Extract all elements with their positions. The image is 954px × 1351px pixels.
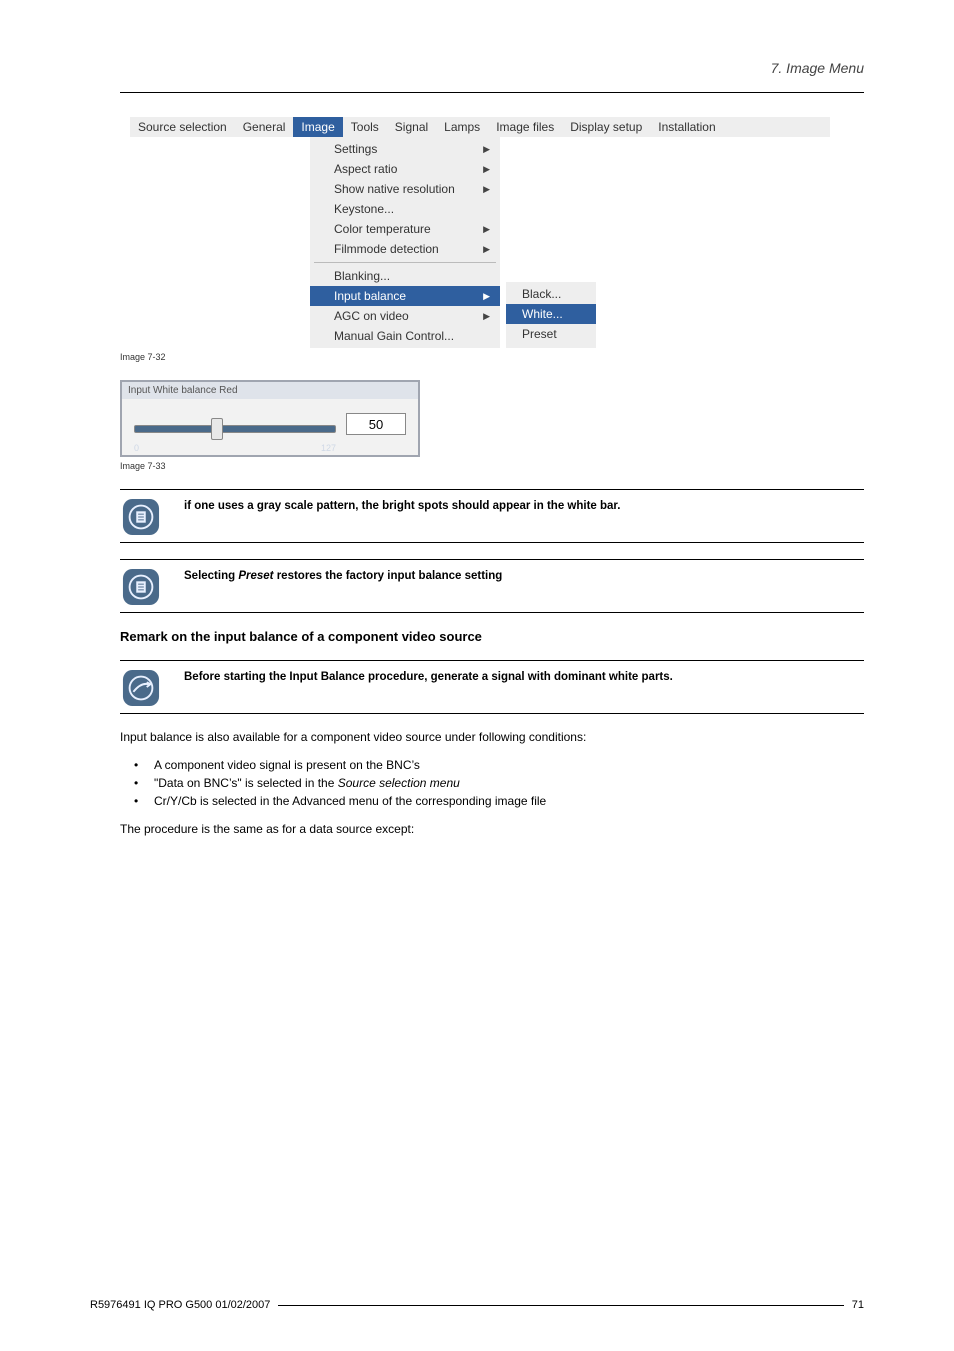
header-rule: [120, 92, 864, 93]
tab-image-files[interactable]: Image files: [488, 117, 562, 137]
note-gray-scale: if one uses a gray scale pattern, the br…: [120, 489, 864, 543]
note-icon: [122, 498, 160, 536]
caption-image-7-33: Image 7-33: [120, 461, 864, 471]
submenu-preset[interactable]: Preset: [506, 324, 596, 344]
tab-display-setup[interactable]: Display setup: [562, 117, 650, 137]
outro-text: The procedure is the same as for a data …: [120, 822, 864, 836]
slider-track[interactable]: 0 127: [134, 425, 336, 433]
menu-agc-on-video[interactable]: AGC on video▶: [310, 306, 500, 326]
list-item: "Data on BNC’s" is selected in the Sourc…: [130, 774, 864, 792]
input-balance-submenu: Black... White... Preset: [506, 282, 596, 348]
tab-tools[interactable]: Tools: [343, 117, 387, 137]
chevron-right-icon: ▶: [483, 291, 490, 302]
conditions-list: A component video signal is present on t…: [130, 756, 864, 810]
slider-max-label: 127: [321, 443, 336, 453]
list-item: Cr/Y/Cb is selected in the Advanced menu…: [130, 792, 864, 810]
chevron-right-icon: ▶: [483, 224, 490, 235]
chevron-right-icon: ▶: [483, 184, 490, 195]
note-preset: Selecting Preset restores the factory in…: [120, 559, 864, 613]
menu-filmmode-detection[interactable]: Filmmode detection▶: [310, 239, 500, 259]
slider-value[interactable]: 50: [346, 413, 406, 435]
menu-keystone[interactable]: Keystone...: [310, 199, 500, 219]
menu-input-balance[interactable]: Input balance▶: [310, 286, 500, 306]
menu-settings[interactable]: Settings▶: [310, 139, 500, 159]
footer-page-number: 71: [852, 1299, 864, 1311]
image-dropdown: Settings▶ Aspect ratio▶ Show native reso…: [310, 137, 500, 348]
footer: R5976491 IQ PRO G500 01/02/2007 71: [90, 1299, 864, 1311]
note-dominant-white: Before starting the Input Balance proced…: [120, 660, 864, 714]
tab-installation[interactable]: Installation: [650, 117, 723, 137]
slider-panel: Input White balance Red 0 127 50: [120, 380, 420, 457]
menu-blanking[interactable]: Blanking...: [310, 266, 500, 286]
list-item: A component video signal is present on t…: [130, 756, 864, 774]
menu-manual-gain-control[interactable]: Manual Gain Control...: [310, 326, 500, 346]
slider-thumb[interactable]: [211, 418, 223, 440]
chevron-right-icon: ▶: [483, 244, 490, 255]
submenu-black[interactable]: Black...: [506, 284, 596, 304]
menu-bar: Source selection General Image Tools Sig…: [130, 117, 830, 137]
menu-show-native-resolution[interactable]: Show native resolution▶: [310, 179, 500, 199]
menu-screenshot: Source selection General Image Tools Sig…: [130, 117, 864, 348]
chevron-right-icon: ▶: [483, 144, 490, 155]
slider-title: Input White balance Red: [122, 382, 418, 399]
caption-image-7-32: Image 7-32: [120, 352, 864, 362]
tab-general[interactable]: General: [235, 117, 294, 137]
tab-lamps[interactable]: Lamps: [436, 117, 488, 137]
tab-signal[interactable]: Signal: [387, 117, 436, 137]
tab-image[interactable]: Image: [293, 117, 342, 137]
slider-min-label: 0: [134, 443, 139, 453]
footer-doc-id: R5976491 IQ PRO G500 01/02/2007: [90, 1299, 270, 1311]
separator: [314, 262, 496, 263]
menu-aspect-ratio[interactable]: Aspect ratio▶: [310, 159, 500, 179]
chevron-right-icon: ▶: [483, 164, 490, 175]
note-text: if one uses a gray scale pattern, the br…: [184, 496, 620, 514]
tab-source-selection[interactable]: Source selection: [130, 117, 235, 137]
tip-icon: [122, 669, 160, 707]
note-icon: [122, 568, 160, 606]
menu-color-temperature[interactable]: Color temperature▶: [310, 219, 500, 239]
submenu-white[interactable]: White...: [506, 304, 596, 324]
section-heading: Remark on the input balance of a compone…: [120, 629, 864, 644]
chapter-title: 7. Image Menu: [120, 60, 864, 82]
chevron-right-icon: ▶: [483, 311, 490, 322]
intro-text: Input balance is also available for a co…: [120, 730, 864, 744]
note-text: Selecting Preset restores the factory in…: [184, 566, 502, 584]
note-text: Before starting the Input Balance proced…: [184, 667, 673, 685]
